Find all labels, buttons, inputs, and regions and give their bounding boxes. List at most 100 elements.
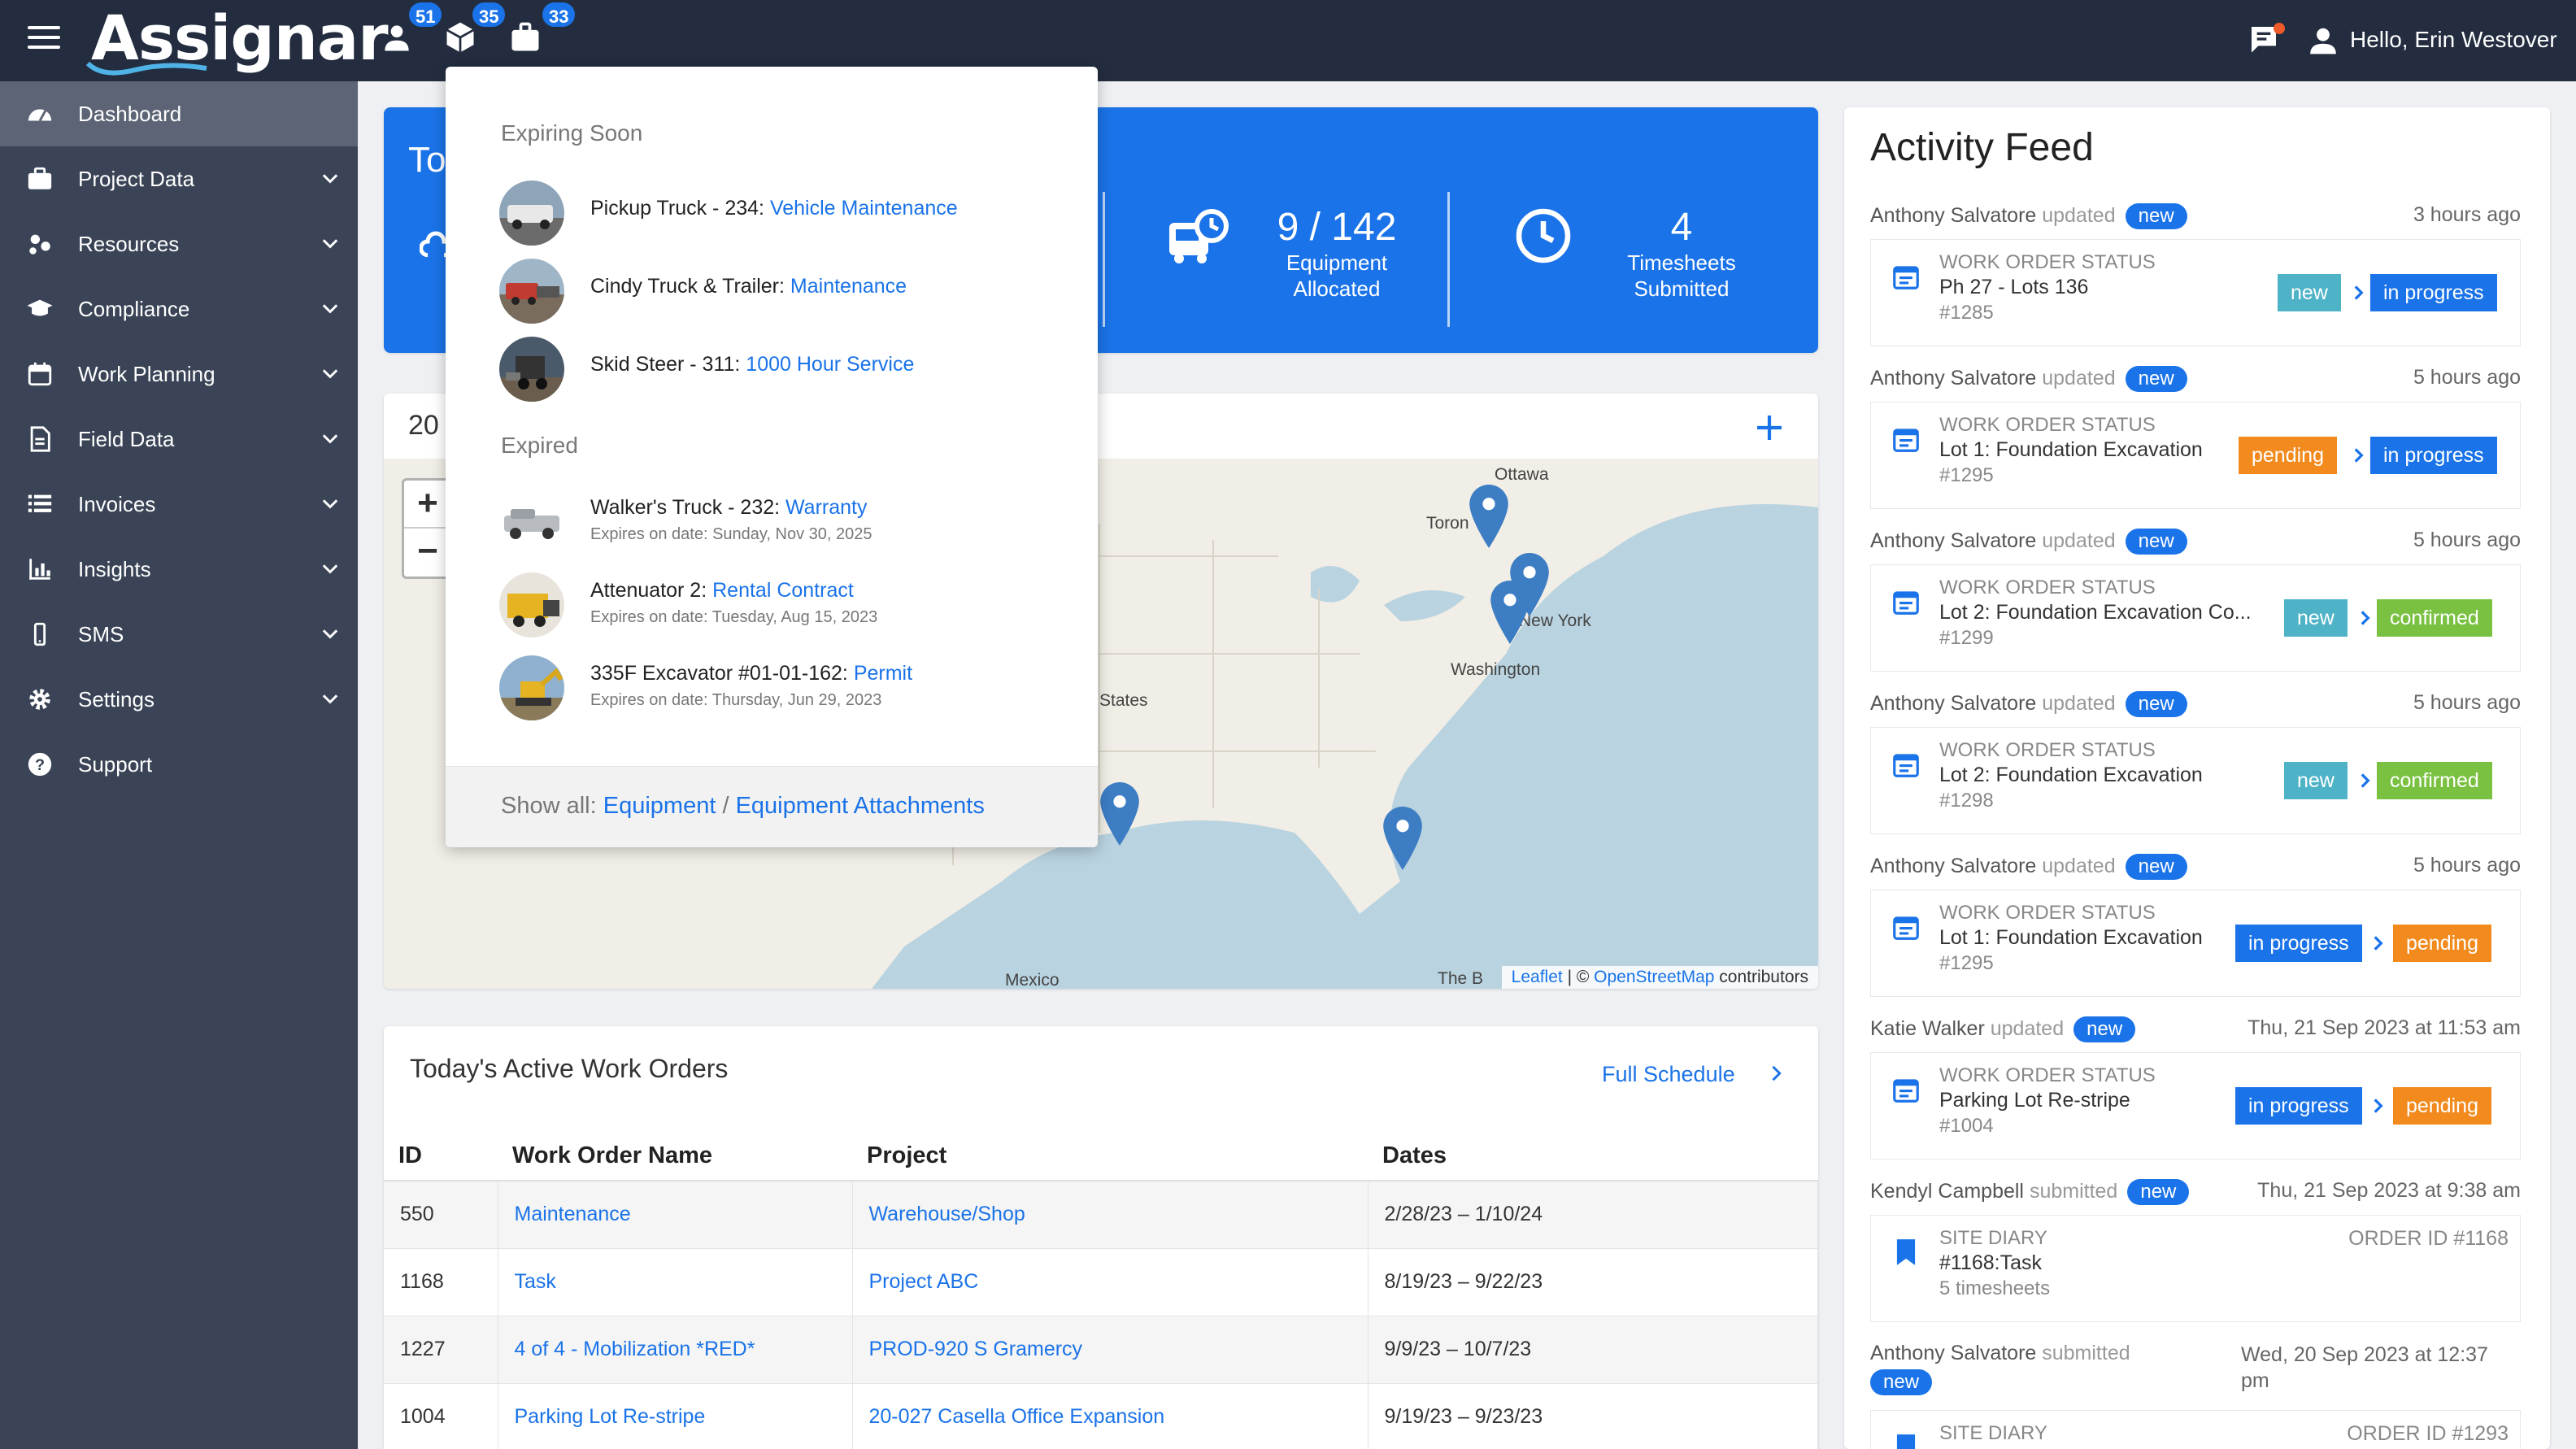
expiry-type-link[interactable]: 1000 Hour Service bbox=[746, 353, 914, 376]
table-row[interactable]: 550 Maintenance Warehouse/Shop 2/28/23 –… bbox=[384, 1181, 1818, 1249]
column-header-dates[interactable]: Dates bbox=[1368, 1132, 1818, 1181]
sidebar-item-invoices[interactable]: Invoices bbox=[0, 472, 358, 537]
cell-project-link[interactable]: 20-027 Casella Office Expansion bbox=[852, 1383, 1368, 1449]
map-marker-icon[interactable] bbox=[1490, 581, 1530, 644]
expiring-item[interactable]: Cindy Truck & Trailer: Maintenance bbox=[499, 259, 1068, 325]
equipment-box-icon[interactable] bbox=[442, 20, 478, 55]
feed-user[interactable]: Anthony Salvatore bbox=[1870, 204, 2036, 227]
chevron-down-icon bbox=[322, 629, 338, 639]
table-row[interactable]: 1227 4 of 4 - Mobilization *RED* PROD-92… bbox=[384, 1316, 1818, 1384]
map-marker-icon[interactable] bbox=[1382, 807, 1423, 870]
user-icon[interactable] bbox=[2308, 24, 2339, 55]
feed-time: 5 hours ago bbox=[2413, 691, 2521, 714]
cell-work-order-link[interactable]: Task bbox=[498, 1248, 853, 1316]
expiry-type-link[interactable]: Vehicle Maintenance bbox=[770, 197, 958, 220]
sidebar-item-label: Compliance bbox=[78, 296, 190, 321]
column-header-project[interactable]: Project bbox=[852, 1132, 1368, 1181]
expired-item[interactable]: 335F Excavator #01-01-162: Permit Expire… bbox=[499, 655, 1068, 722]
cell-dates: 2/28/23 – 1/10/24 bbox=[1368, 1181, 1818, 1249]
show-all-attachments-link[interactable]: Equipment Attachments bbox=[736, 793, 985, 819]
feed-user[interactable]: Anthony Salvatore bbox=[1870, 367, 2036, 389]
cell-work-order-link[interactable]: 4 of 4 - Mobilization *RED* bbox=[498, 1316, 853, 1384]
sidebar-item-resources[interactable]: Resources bbox=[0, 211, 358, 276]
cell-work-order-link[interactable]: Maintenance bbox=[498, 1181, 853, 1249]
feed-type: SITE DIARY bbox=[1939, 1227, 2047, 1249]
table-row[interactable]: 1004 Parking Lot Re-stripe 20-027 Casell… bbox=[384, 1383, 1818, 1449]
svg-text:?: ? bbox=[35, 756, 45, 774]
map-marker-icon[interactable] bbox=[1469, 485, 1509, 548]
expiry-type-link[interactable]: Warranty bbox=[785, 496, 867, 519]
cell-project-link[interactable]: Warehouse/Shop bbox=[852, 1181, 1368, 1249]
feed-entry-header: Anthony Salvatore updated new bbox=[1870, 691, 2187, 717]
chevron-right-icon[interactable] bbox=[1764, 1062, 1787, 1085]
cell-id: 1004 bbox=[384, 1383, 498, 1449]
expired-item[interactable]: Attenuator 2: Rental Contract Expires on… bbox=[499, 572, 1068, 639]
expiring-item[interactable]: Pickup Truck - 234: Vehicle Maintenance bbox=[499, 181, 1068, 247]
people-icon[interactable] bbox=[379, 20, 415, 55]
sidebar-item-project-data[interactable]: Project Data bbox=[0, 146, 358, 211]
status-to: confirmed bbox=[2377, 762, 2492, 799]
osm-link[interactable]: OpenStreetMap bbox=[1594, 968, 1714, 986]
sidebar-item-sms[interactable]: SMS bbox=[0, 602, 358, 667]
user-greeting[interactable]: Hello, Erin Westover bbox=[2350, 27, 2557, 53]
cell-project-link[interactable]: PROD-920 S Gramercy bbox=[852, 1316, 1368, 1384]
order-id: ORDER ID #1168 bbox=[2348, 1227, 2509, 1250]
sidebar-item-settings[interactable]: Settings bbox=[0, 667, 358, 732]
expiring-item[interactable]: Skid Steer - 311: 1000 Hour Service bbox=[499, 337, 1068, 403]
sidebar-item-work-planning[interactable]: Work Planning bbox=[0, 342, 358, 407]
cell-dates: 9/19/23 – 9/23/23 bbox=[1368, 1383, 1818, 1449]
feed-entry-card[interactable]: WORK ORDER STATUS Lot 1: Foundation Exca… bbox=[1870, 402, 2521, 509]
expired-item[interactable]: Walker's Truck - 232: Warranty Expires o… bbox=[499, 490, 1068, 556]
feed-time: 5 hours ago bbox=[2413, 854, 2521, 877]
zoom-in-button[interactable]: + bbox=[404, 481, 451, 529]
feed-entry-card[interactable]: WORK ORDER STATUS Parking Lot Re-stripe … bbox=[1870, 1052, 2521, 1160]
calendar-icon bbox=[1893, 1079, 1919, 1103]
feed-entry-card[interactable]: WORK ORDER STATUS Lot 2: Foundation Exca… bbox=[1870, 727, 2521, 834]
stat-label: Allocated bbox=[1293, 276, 1381, 301]
sidebar-item-compliance[interactable]: Compliance bbox=[0, 276, 358, 342]
show-all-equipment-link[interactable]: Equipment bbox=[603, 793, 716, 819]
zoom-out-button[interactable]: − bbox=[404, 529, 451, 577]
feed-user[interactable]: Anthony Salvatore bbox=[1870, 692, 2036, 715]
feed-entry-card[interactable]: WORK ORDER STATUS Ph 27 - Lots 136 #1285… bbox=[1870, 239, 2521, 346]
feed-item-name: Parking Lot Re-stripe bbox=[1939, 1089, 2130, 1112]
sidebar-item-insights[interactable]: Insights bbox=[0, 537, 358, 602]
sidebar-item-field-data[interactable]: Field Data bbox=[0, 407, 358, 472]
chevron-down-icon bbox=[322, 304, 338, 314]
feed-entry-card[interactable]: WORK ORDER STATUS Lot 2: Foundation Exca… bbox=[1870, 564, 2521, 672]
column-header-id[interactable]: ID bbox=[384, 1132, 498, 1181]
cell-project-link[interactable]: Project ABC bbox=[852, 1248, 1368, 1316]
column-header-name[interactable]: Work Order Name bbox=[498, 1132, 852, 1181]
feed-time: Thu, 21 Sep 2023 at 11:53 am bbox=[2247, 1016, 2521, 1039]
add-icon[interactable] bbox=[1753, 411, 1786, 444]
bookmark-icon bbox=[1896, 1239, 1916, 1265]
hamburger-menu-icon[interactable] bbox=[28, 26, 60, 52]
new-badge: new bbox=[2125, 691, 2187, 717]
timesheets-submitted-stat[interactable]: 4 Timesheets Submitted bbox=[1592, 205, 1771, 302]
sidebar-item-dashboard[interactable]: Dashboard bbox=[0, 81, 358, 146]
status-to: pending bbox=[2393, 1087, 2491, 1125]
map-label-toronto: Toron bbox=[1426, 514, 1469, 533]
sidebar-item-label: Insights bbox=[78, 556, 151, 581]
feed-user[interactable]: Anthony Salvatore bbox=[1870, 529, 2036, 552]
expiry-type-link[interactable]: Rental Contract bbox=[712, 579, 854, 602]
equipment-name: Attenuator 2: bbox=[590, 579, 713, 602]
feed-type: WORK ORDER STATUS bbox=[1939, 251, 2156, 273]
full-schedule-link[interactable]: Full Schedule bbox=[1602, 1062, 1735, 1087]
feed-user[interactable]: Anthony Salvatore bbox=[1870, 855, 2036, 877]
sidebar-item-support[interactable]: ? Support bbox=[0, 732, 358, 797]
cell-work-order-link[interactable]: Parking Lot Re-stripe bbox=[498, 1383, 853, 1449]
expiry-type-link[interactable]: Permit bbox=[854, 662, 912, 685]
leaflet-link[interactable]: Leaflet bbox=[1512, 968, 1563, 986]
equipment-allocated-stat[interactable]: 9 / 142 Equipment Allocated bbox=[1247, 205, 1426, 302]
feed-entry-card[interactable]: WORK ORDER STATUS Lot 1: Foundation Exca… bbox=[1870, 890, 2521, 997]
feed-user[interactable]: Kendyl Campbell bbox=[1870, 1180, 2024, 1203]
feed-entry-card[interactable]: SITE DIARY #1168:Task 5 timesheets ORDER… bbox=[1870, 1215, 2521, 1322]
briefcase-icon[interactable] bbox=[507, 20, 543, 55]
table-row[interactable]: 1168 Task Project ABC 8/19/23 – 9/22/23 bbox=[384, 1248, 1818, 1316]
expiry-type-link[interactable]: Maintenance bbox=[790, 275, 907, 298]
feed-user[interactable]: Katie Walker bbox=[1870, 1017, 1985, 1040]
feed-user[interactable]: Anthony Salvatore bbox=[1870, 1342, 2036, 1364]
feed-entry-card[interactable]: SITE DIARY ORDER ID #1293 bbox=[1870, 1410, 2521, 1449]
map-marker-icon[interactable] bbox=[1099, 782, 1140, 846]
